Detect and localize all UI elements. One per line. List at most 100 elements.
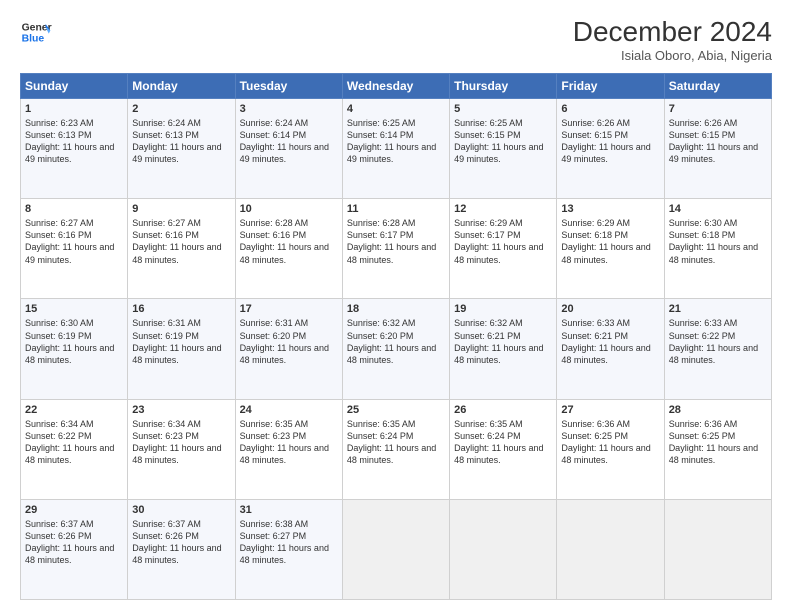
calendar-cell <box>664 499 771 599</box>
day-info: Sunrise: 6:37 AMSunset: 6:26 PMDaylight:… <box>132 518 230 567</box>
col-thursday: Thursday <box>450 74 557 99</box>
day-number: 26 <box>454 404 552 416</box>
day-number: 25 <box>347 404 445 416</box>
subtitle: Isiala Oboro, Abia, Nigeria <box>573 48 772 63</box>
day-number: 13 <box>561 203 659 215</box>
day-number: 11 <box>347 203 445 215</box>
day-number: 16 <box>132 303 230 315</box>
day-info: Sunrise: 6:37 AMSunset: 6:26 PMDaylight:… <box>25 518 123 567</box>
day-info: Sunrise: 6:27 AMSunset: 6:16 PMDaylight:… <box>132 217 230 266</box>
day-info: Sunrise: 6:29 AMSunset: 6:17 PMDaylight:… <box>454 217 552 266</box>
day-info: Sunrise: 6:36 AMSunset: 6:25 PMDaylight:… <box>561 418 659 467</box>
calendar-cell: 25 Sunrise: 6:35 AMSunset: 6:24 PMDayligh… <box>342 399 449 499</box>
calendar-cell: 24Sunrise: 6:35 AMSunset: 6:23 PMDayligh… <box>235 399 342 499</box>
day-number: 15 <box>25 303 123 315</box>
day-number: 4 <box>347 103 445 115</box>
day-info: Sunrise: 6:32 AMSunset: 6:20 PMDaylight:… <box>347 317 445 366</box>
calendar-cell: 11Sunrise: 6:28 AMSunset: 6:17 PMDayligh… <box>342 199 449 299</box>
day-info: Sunrise: 6:30 AMSunset: 6:19 PMDaylight:… <box>25 317 123 366</box>
calendar-cell: 21 Sunrise: 6:33 AMSunset: 6:22 PMDayligh… <box>664 299 771 399</box>
calendar-cell: 6 Sunrise: 6:26 AMSunset: 6:15 PMDaylight… <box>557 99 664 199</box>
day-info: Sunrise: 6:33 AMSunset: 6:21 PMDaylight:… <box>561 317 659 366</box>
calendar-cell <box>450 499 557 599</box>
day-number: 22 <box>25 404 123 416</box>
col-tuesday: Tuesday <box>235 74 342 99</box>
calendar-cell: 7 Sunrise: 6:26 AMSunset: 6:15 PMDaylight… <box>664 99 771 199</box>
calendar-cell: 27Sunrise: 6:36 AMSunset: 6:25 PMDayligh… <box>557 399 664 499</box>
day-info: Sunrise: 6:24 AMSunset: 6:14 PMDaylight:… <box>240 117 338 166</box>
day-number: 3 <box>240 103 338 115</box>
day-info: Sunrise: 6:31 AMSunset: 6:19 PMDaylight:… <box>132 317 230 366</box>
day-info: Sunrise: 6:35 AMSunset: 6:24 PMDaylight:… <box>454 418 552 467</box>
header-row: Sunday Monday Tuesday Wednesday Thursday… <box>21 74 772 99</box>
day-info: Sunrise: 6:33 AMSunset: 6:22 PMDaylight:… <box>669 317 767 366</box>
day-info: Sunrise: 6:27 AMSunset: 6:16 PMDaylight:… <box>25 217 123 266</box>
day-number: 14 <box>669 203 767 215</box>
day-number: 17 <box>240 303 338 315</box>
calendar-cell: 13 Sunrise: 6:29 AMSunset: 6:18 PMDayligh… <box>557 199 664 299</box>
svg-text:Blue: Blue <box>22 34 45 45</box>
day-number: 19 <box>454 303 552 315</box>
day-number: 21 <box>669 303 767 315</box>
calendar-cell: 23 Sunrise: 6:34 AMSunset: 6:23 PMDayligh… <box>128 399 235 499</box>
day-info: Sunrise: 6:34 AMSunset: 6:23 PMDaylight:… <box>132 418 230 467</box>
day-info: Sunrise: 6:25 AMSunset: 6:15 PMDaylight:… <box>454 117 552 166</box>
col-friday: Friday <box>557 74 664 99</box>
calendar-cell: 10 Sunrise: 6:28 AMSunset: 6:16 PMDayligh… <box>235 199 342 299</box>
day-info: Sunrise: 6:26 AMSunset: 6:15 PMDaylight:… <box>561 117 659 166</box>
day-number: 6 <box>561 103 659 115</box>
calendar-cell: 9Sunrise: 6:27 AMSunset: 6:16 PMDaylight… <box>128 199 235 299</box>
calendar-cell: 1Sunrise: 6:23 AMSunset: 6:13 PMDaylight… <box>21 99 128 199</box>
calendar-cell: 20 Sunrise: 6:33 AMSunset: 6:21 PMDayligh… <box>557 299 664 399</box>
calendar-cell: 28Sunrise: 6:36 AMSunset: 6:25 PMDayligh… <box>664 399 771 499</box>
calendar-week-row: 22 Sunrise: 6:34 AMSunset: 6:22 PMDayligh… <box>21 399 772 499</box>
day-number: 7 <box>669 103 767 115</box>
calendar-cell <box>557 499 664 599</box>
day-number: 29 <box>25 504 123 516</box>
main-title: December 2024 <box>573 16 772 48</box>
calendar-week-row: 1Sunrise: 6:23 AMSunset: 6:13 PMDaylight… <box>21 99 772 199</box>
calendar-week-row: 8 Sunrise: 6:27 AMSunset: 6:16 PMDaylight… <box>21 199 772 299</box>
calendar-cell: 19 Sunrise: 6:32 AMSunset: 6:21 PMDayligh… <box>450 299 557 399</box>
day-info: Sunrise: 6:25 AMSunset: 6:14 PMDaylight:… <box>347 117 445 166</box>
calendar-cell: 29 Sunrise: 6:37 AMSunset: 6:26 PMDayligh… <box>21 499 128 599</box>
logo: General Blue <box>20 16 52 48</box>
calendar-cell: 22 Sunrise: 6:34 AMSunset: 6:22 PMDayligh… <box>21 399 128 499</box>
calendar-cell: 30 Sunrise: 6:37 AMSunset: 6:26 PMDayligh… <box>128 499 235 599</box>
day-number: 23 <box>132 404 230 416</box>
logo-icon: General Blue <box>20 16 52 48</box>
calendar-cell: 4 Sunrise: 6:25 AMSunset: 6:14 PMDaylight… <box>342 99 449 199</box>
calendar-cell: 16 Sunrise: 6:31 AMSunset: 6:19 PMDayligh… <box>128 299 235 399</box>
day-info: Sunrise: 6:31 AMSunset: 6:20 PMDaylight:… <box>240 317 338 366</box>
col-saturday: Saturday <box>664 74 771 99</box>
day-number: 12 <box>454 203 552 215</box>
day-info: Sunrise: 6:26 AMSunset: 6:15 PMDaylight:… <box>669 117 767 166</box>
calendar-cell: 2Sunrise: 6:24 AMSunset: 6:13 PMDaylight… <box>128 99 235 199</box>
day-number: 31 <box>240 504 338 516</box>
calendar-cell: 12 Sunrise: 6:29 AMSunset: 6:17 PMDayligh… <box>450 199 557 299</box>
day-info: Sunrise: 6:29 AMSunset: 6:18 PMDaylight:… <box>561 217 659 266</box>
day-info: Sunrise: 6:35 AMSunset: 6:23 PMDaylight:… <box>240 418 338 467</box>
day-number: 10 <box>240 203 338 215</box>
calendar-cell <box>342 499 449 599</box>
col-sunday: Sunday <box>21 74 128 99</box>
day-info: Sunrise: 6:28 AMSunset: 6:16 PMDaylight:… <box>240 217 338 266</box>
day-info: Sunrise: 6:32 AMSunset: 6:21 PMDaylight:… <box>454 317 552 366</box>
day-number: 30 <box>132 504 230 516</box>
calendar-cell: 5 Sunrise: 6:25 AMSunset: 6:15 PMDaylight… <box>450 99 557 199</box>
col-monday: Monday <box>128 74 235 99</box>
day-number: 18 <box>347 303 445 315</box>
day-number: 8 <box>25 203 123 215</box>
day-info: Sunrise: 6:34 AMSunset: 6:22 PMDaylight:… <box>25 418 123 467</box>
col-wednesday: Wednesday <box>342 74 449 99</box>
day-number: 2 <box>132 103 230 115</box>
title-block: December 2024 Isiala Oboro, Abia, Nigeri… <box>573 16 772 63</box>
calendar-week-row: 15 Sunrise: 6:30 AMSunset: 6:19 PMDayligh… <box>21 299 772 399</box>
day-number: 5 <box>454 103 552 115</box>
calendar-cell: 15 Sunrise: 6:30 AMSunset: 6:19 PMDayligh… <box>21 299 128 399</box>
calendar-cell: 8 Sunrise: 6:27 AMSunset: 6:16 PMDaylight… <box>21 199 128 299</box>
day-number: 20 <box>561 303 659 315</box>
calendar-cell: 18 Sunrise: 6:32 AMSunset: 6:20 PMDayligh… <box>342 299 449 399</box>
day-info: Sunrise: 6:35 AMSunset: 6:24 PMDaylight:… <box>347 418 445 467</box>
day-info: Sunrise: 6:38 AMSunset: 6:27 PMDaylight:… <box>240 518 338 567</box>
